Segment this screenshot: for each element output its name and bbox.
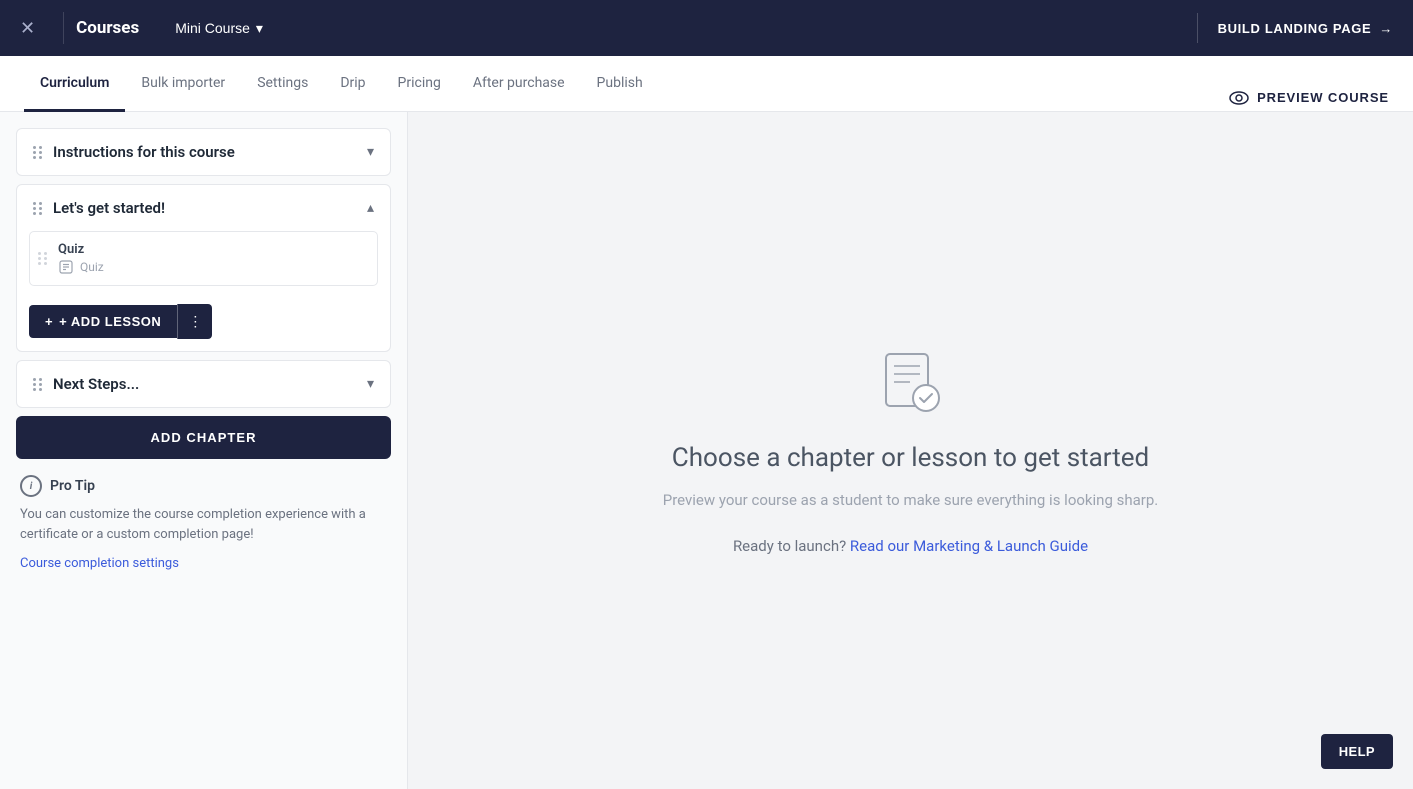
- quiz-icon: [58, 259, 74, 275]
- lesson-group: Quiz Quiz: [58, 242, 369, 275]
- chapter-next-steps-title: Next Steps...: [53, 375, 357, 393]
- empty-state-launch: Ready to launch? Read our Marketing & La…: [663, 537, 1158, 555]
- course-selector[interactable]: Mini Course ▾: [163, 14, 275, 43]
- pro-tip-label: Pro Tip: [50, 478, 95, 494]
- chapter-instructions-title: Instructions for this course: [53, 143, 357, 161]
- lesson-quiz[interactable]: Quiz Quiz: [29, 231, 378, 286]
- chapter-get-started-header[interactable]: Let's get started! ▴: [17, 185, 390, 231]
- course-name: Mini Course: [175, 20, 250, 36]
- pro-tip-section: i Pro Tip You can customize the course c…: [16, 475, 391, 571]
- add-lesson-row: + + ADD LESSON ⋮: [29, 304, 378, 339]
- dropdown-icon: ▾: [256, 20, 263, 37]
- chevron-down-icon: ▾: [367, 144, 374, 160]
- tab-bulk-importer[interactable]: Bulk importer: [125, 57, 241, 112]
- pro-tip-icon: i: [20, 475, 42, 497]
- lesson-quiz-title: Quiz: [58, 242, 369, 257]
- drag-handle-3: [33, 378, 43, 391]
- tab-pricing[interactable]: Pricing: [382, 57, 457, 112]
- tab-curriculum[interactable]: Curriculum: [24, 57, 125, 112]
- chapter-next-steps: Next Steps... ▾: [16, 360, 391, 408]
- empty-state-title: Choose a chapter or lesson to get starte…: [663, 442, 1158, 476]
- chapter-instructions: Instructions for this course ▾: [16, 128, 391, 176]
- main-content: Choose a chapter or lesson to get starte…: [408, 112, 1413, 789]
- tab-settings[interactable]: Settings: [241, 57, 324, 112]
- preview-course-button[interactable]: PREVIEW COURSE: [1229, 84, 1389, 111]
- help-button[interactable]: HELP: [1321, 734, 1393, 769]
- plus-icon: +: [45, 314, 53, 329]
- preview-label: PREVIEW COURSE: [1257, 90, 1389, 105]
- app-title: Courses: [76, 18, 139, 38]
- add-chapter-button[interactable]: ADD CHAPTER: [16, 416, 391, 459]
- course-completion-link[interactable]: Course completion settings: [20, 556, 179, 571]
- tab-bar: Curriculum Bulk importer Settings Drip P…: [0, 56, 1413, 112]
- launch-link[interactable]: Read our Marketing & Launch Guide: [850, 537, 1088, 555]
- add-lesson-more-button[interactable]: ⋮: [177, 304, 212, 339]
- arrow-icon: →: [1379, 21, 1393, 36]
- lesson-quiz-meta: Quiz: [58, 259, 369, 275]
- divider: [63, 12, 64, 44]
- top-bar-divider: [1197, 13, 1198, 43]
- close-icon[interactable]: ✕: [20, 18, 35, 39]
- build-landing-label: BUILD LANDING PAGE: [1218, 21, 1372, 36]
- tab-after-purchase[interactable]: After purchase: [457, 57, 581, 112]
- main-layout: Instructions for this course ▾ Let's get…: [0, 112, 1413, 789]
- lesson-drag-handle: [38, 252, 48, 265]
- pro-tip-header: i Pro Tip: [20, 475, 387, 497]
- pro-tip-text: You can customize the course completion …: [20, 505, 387, 544]
- lessons-container: Quiz Quiz: [17, 231, 390, 300]
- lesson-quiz-label: Quiz: [80, 260, 104, 274]
- chapter-get-started: Let's get started! ▴ Quiz: [16, 184, 391, 352]
- build-landing-button[interactable]: BUILD LANDING PAGE →: [1218, 21, 1393, 36]
- chevron-up-icon: ▴: [367, 200, 374, 216]
- drag-handle: [33, 146, 43, 159]
- add-lesson-button[interactable]: + + ADD LESSON: [29, 305, 177, 338]
- more-icon: ⋮: [188, 313, 202, 329]
- chapter-lesson-icon: [874, 346, 946, 418]
- empty-state-subtitle: Preview your course as a student to make…: [663, 491, 1158, 509]
- drag-handle-2: [33, 202, 43, 215]
- top-bar: ✕ Courses Mini Course ▾ BUILD LANDING PA…: [0, 0, 1413, 56]
- chevron-down-icon-3: ▾: [367, 376, 374, 392]
- chapter-instructions-header[interactable]: Instructions for this course ▾: [17, 129, 390, 175]
- chapter-get-started-title: Let's get started!: [53, 199, 357, 217]
- tab-publish[interactable]: Publish: [581, 57, 659, 112]
- add-lesson-label: + ADD LESSON: [59, 314, 161, 329]
- empty-state-icon: [663, 346, 1158, 418]
- tab-drip[interactable]: Drip: [324, 57, 381, 112]
- launch-prefix: Ready to launch?: [733, 537, 846, 555]
- chapter-next-steps-header[interactable]: Next Steps... ▾: [17, 361, 390, 407]
- sidebar: Instructions for this course ▾ Let's get…: [0, 112, 408, 789]
- eye-icon: [1229, 91, 1249, 105]
- empty-state: Choose a chapter or lesson to get starte…: [663, 346, 1158, 556]
